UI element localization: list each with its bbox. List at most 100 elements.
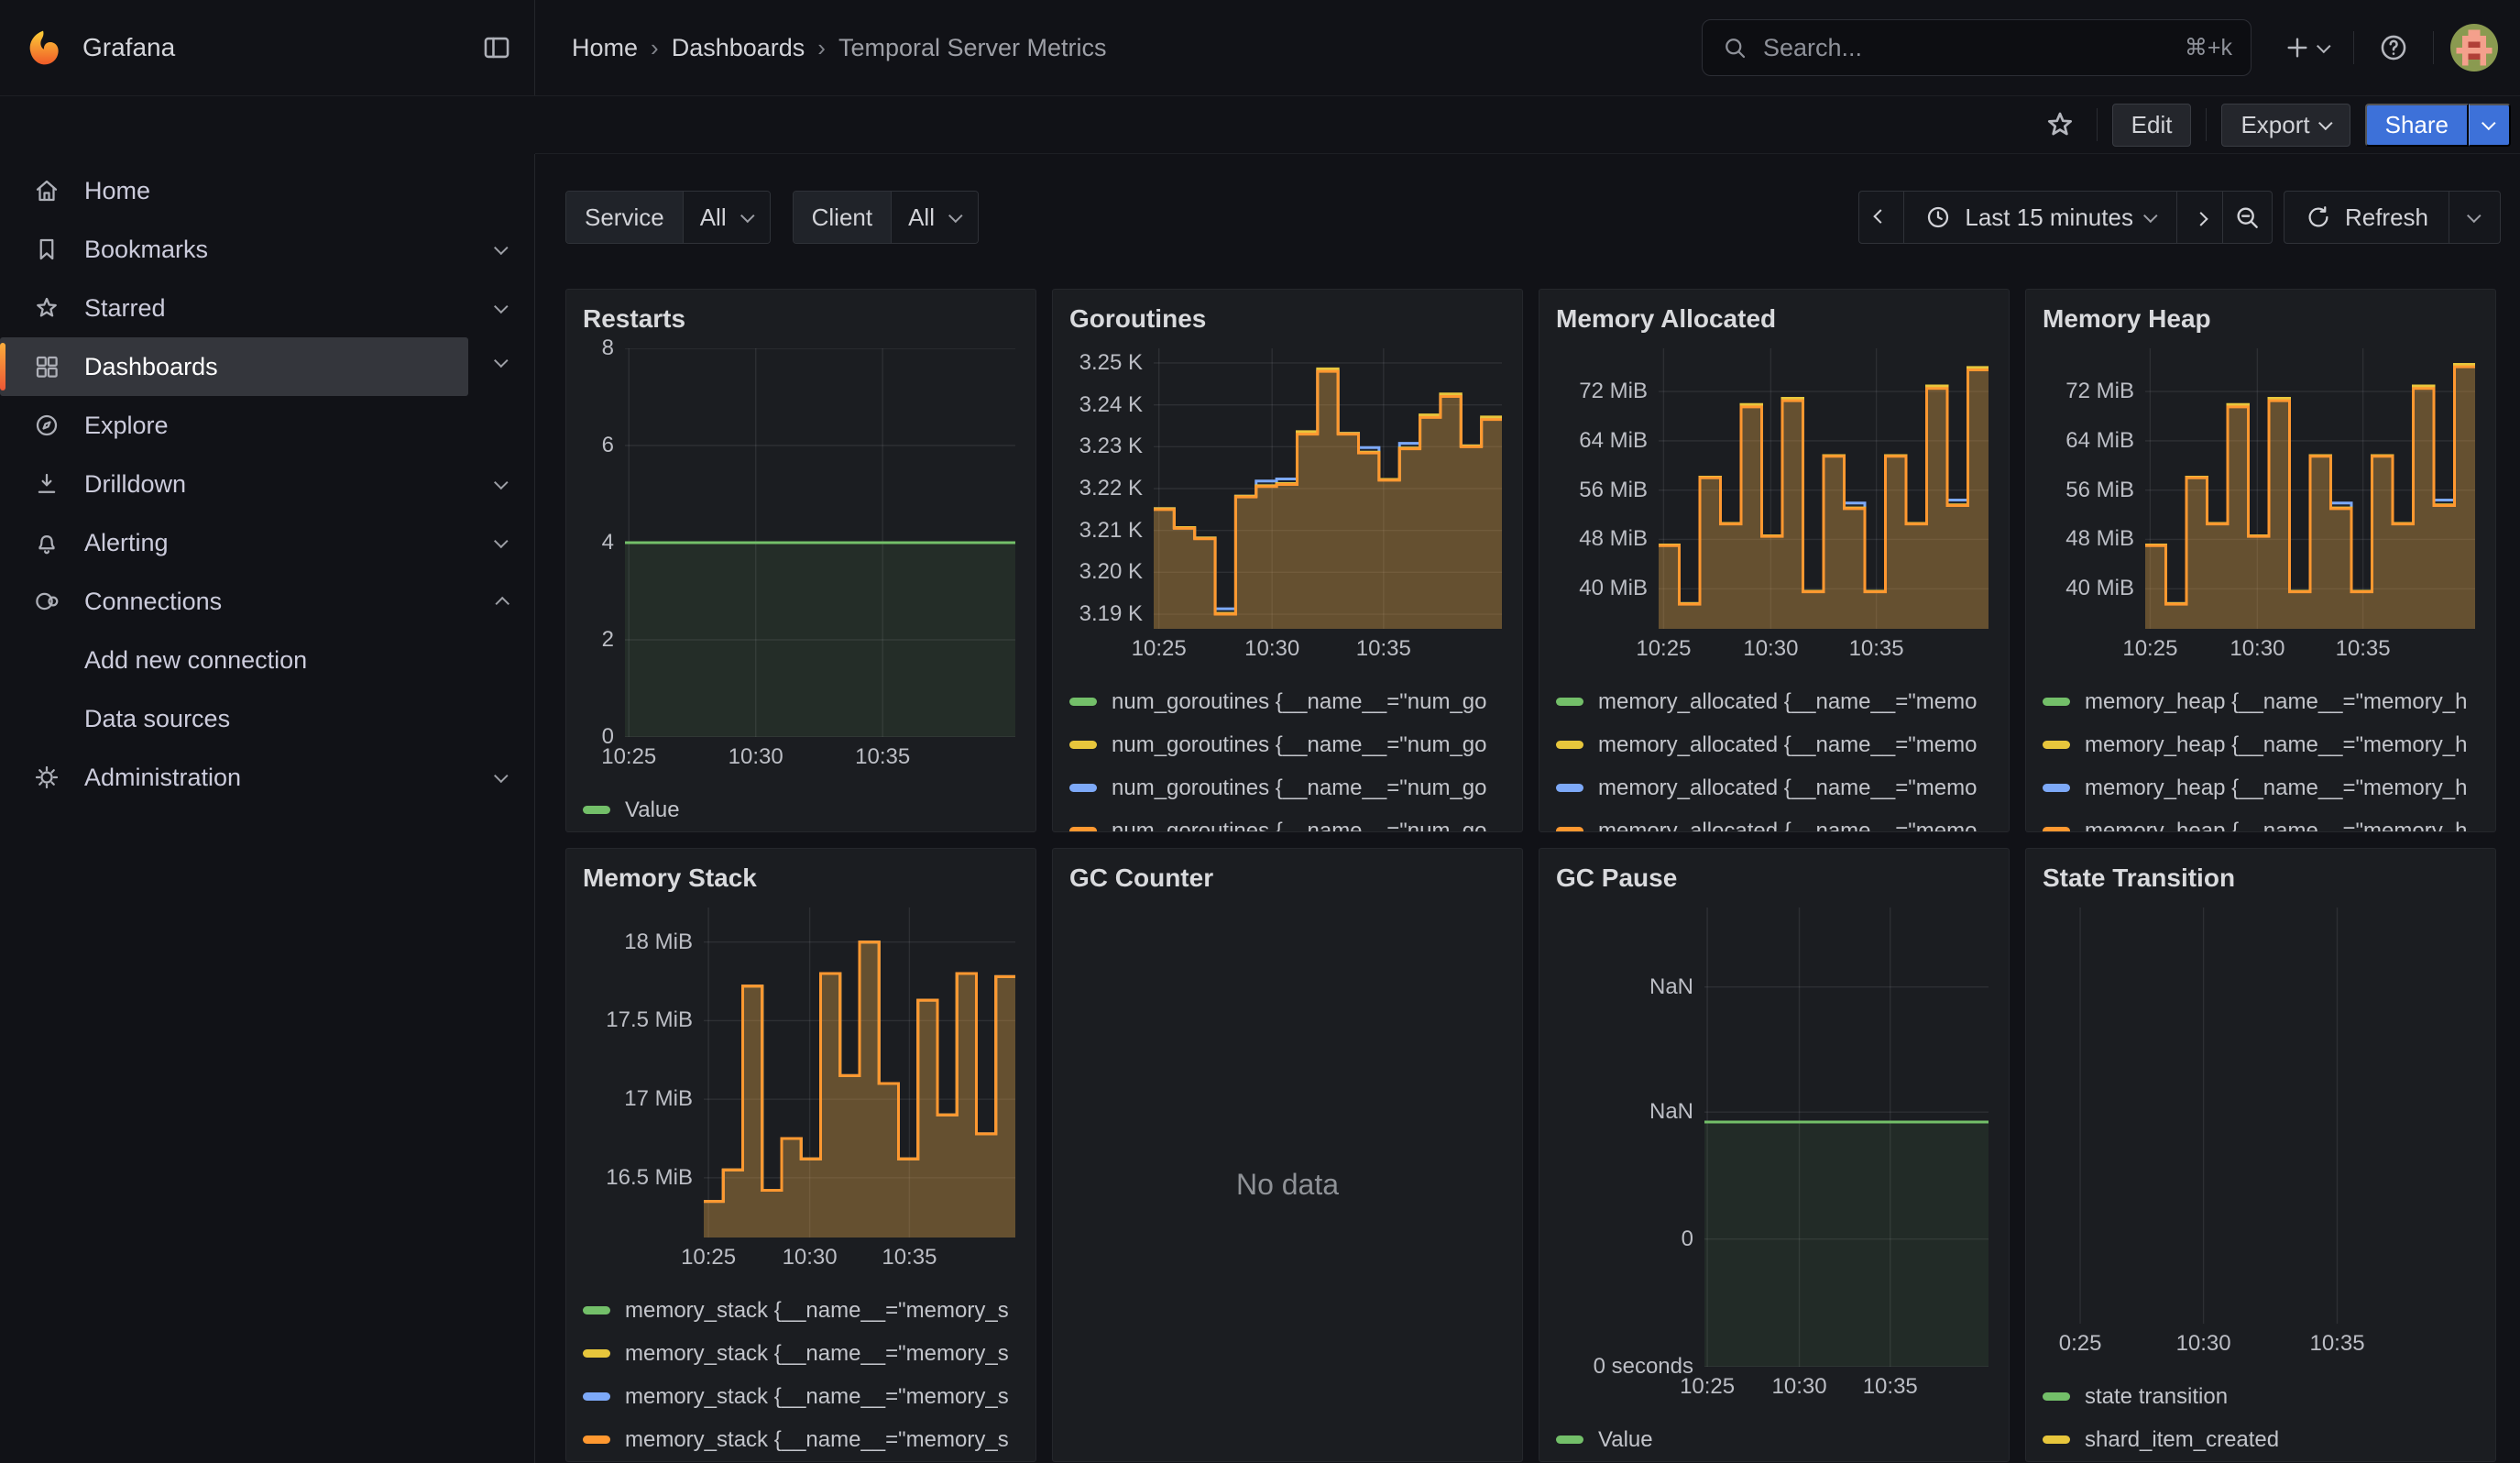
sidebar-item-label: Starred: [84, 294, 497, 323]
legend-item[interactable]: memory_stack {__name__="memory_s: [583, 1375, 1019, 1418]
zoom-out-button[interactable]: [2223, 191, 2273, 244]
state-transition-chart[interactable]: 0:2510:3010:35: [2043, 908, 2479, 1366]
legend-item[interactable]: Value: [583, 788, 1019, 831]
x-axis-label: 10:25: [1680, 1374, 1735, 1400]
legend-item[interactable]: shard_item_created: [2043, 1418, 2479, 1461]
panel-title[interactable]: Memory Stack: [583, 862, 1019, 895]
sidebar-item-add-new-connection[interactable]: Add new connection: [0, 631, 534, 689]
memory-allocated-chart[interactable]: 72 MiB64 MiB56 MiB48 MiB40 MiB10:2510:30…: [1556, 348, 1992, 671]
x-axis-label: 10:30: [783, 1245, 838, 1270]
sidebar-item-explore[interactable]: Explore: [0, 396, 534, 455]
breadcrumb-home[interactable]: Home: [572, 34, 638, 62]
time-controls: Last 15 minutes Refresh: [1858, 191, 2501, 244]
favorite-star-button[interactable]: [2038, 103, 2082, 147]
legend-item[interactable]: memory_heap {__name__="memory_h: [2043, 766, 2479, 809]
sidebar-item-drilldown[interactable]: Drilldown: [0, 455, 534, 513]
add-button[interactable]: [2275, 26, 2337, 70]
sidebar-item-bookmarks[interactable]: Bookmarks: [0, 220, 534, 279]
legend-item[interactable]: state transition: [2043, 1375, 2479, 1418]
legend-item[interactable]: memory_allocated {__name__="memo: [1556, 809, 1992, 832]
help-button[interactable]: [2371, 25, 2416, 71]
client-dropdown[interactable]: All: [891, 192, 978, 243]
gc-pause-chart[interactable]: NaNNaN00 seconds10:2510:3010:35: [1556, 908, 1992, 1409]
y-axis-label: 48 MiB: [1579, 526, 1648, 552]
time-back-button[interactable]: [1858, 191, 1904, 244]
legend-item[interactable]: memory_stack {__name__="memory_s: [583, 1332, 1019, 1375]
legend-label: memory_stack {__name__="memory_s: [625, 1427, 1009, 1453]
panel-title[interactable]: Memory Allocated: [1556, 302, 1992, 336]
state-transition-legend: state transitionshard_item_created: [2043, 1375, 2479, 1461]
time-range-picker[interactable]: Last 15 minutes: [1904, 191, 2177, 244]
panel-title[interactable]: State Transition: [2043, 862, 2479, 895]
panel-title[interactable]: GC Counter: [1069, 862, 1506, 895]
share-menu-button[interactable]: [2469, 104, 2511, 147]
plot-area[interactable]: 3.25 K3.24 K3.23 K3.22 K3.21 K3.20 K3.19…: [1154, 348, 1502, 629]
legend-item[interactable]: memory_stack {__name__="memory_s: [583, 1418, 1019, 1461]
service-dropdown[interactable]: All: [683, 192, 770, 243]
plot-area[interactable]: NaNNaN00 seconds: [1704, 908, 1989, 1367]
edit-button[interactable]: Edit: [2112, 104, 2192, 147]
search-input[interactable]: Search... ⌘+k: [1702, 19, 2252, 76]
legend-label: memory_heap {__name__="memory_h: [2085, 776, 2467, 801]
dashboard-content: Service All Client All Last: [535, 154, 2520, 1463]
legend-item[interactable]: memory_allocated {__name__="memo: [1556, 680, 1992, 723]
plot-area[interactable]: 72 MiB64 MiB56 MiB48 MiB40 MiB: [1659, 348, 1989, 629]
goroutines-chart[interactable]: 3.25 K3.24 K3.23 K3.22 K3.21 K3.20 K3.19…: [1069, 348, 1506, 671]
legend-swatch: [2043, 1436, 2070, 1444]
sidebar-collapse-button[interactable]: [481, 32, 512, 63]
x-axis-label: 10:35: [1356, 636, 1411, 662]
legend-item[interactable]: memory_stack {__name__="memory_s: [583, 1289, 1019, 1332]
nav-sidebar: Home Bookmarks Starred Dashboards Explor…: [0, 154, 535, 1463]
chevron-down-icon: [948, 208, 963, 223]
plot-area[interactable]: 86420: [625, 348, 1015, 737]
legend-item[interactable]: memory_heap {__name__="memory_h: [2043, 723, 2479, 766]
memory-stack-chart[interactable]: 18 MiB17.5 MiB17 MiB16.5 MiB10:2510:3010…: [583, 908, 1019, 1280]
panel-title[interactable]: Memory Heap: [2043, 302, 2479, 336]
panel-title[interactable]: GC Pause: [1556, 862, 1992, 895]
brand-name[interactable]: Grafana: [82, 33, 481, 62]
chevron-down-icon[interactable]: [494, 354, 509, 368]
export-button[interactable]: Export: [2221, 104, 2350, 147]
plot-area[interactable]: 18 MiB17.5 MiB17 MiB16.5 MiB: [704, 908, 1015, 1238]
y-axis-label: NaN: [1649, 1099, 1693, 1125]
x-axis-label: 10:35: [2336, 636, 2391, 662]
legend-item[interactable]: Value: [1556, 1418, 1992, 1461]
sidebar-item-dashboards[interactable]: Dashboards: [0, 337, 468, 396]
plot-area[interactable]: [2057, 908, 2475, 1324]
panel-title[interactable]: Goroutines: [1069, 302, 1506, 336]
sidebar-item-alerting[interactable]: Alerting: [0, 513, 534, 572]
sidebar-item-connections[interactable]: Connections: [0, 572, 534, 631]
refresh-button[interactable]: Refresh: [2284, 191, 2449, 244]
user-avatar[interactable]: [2450, 24, 2498, 72]
time-forward-button[interactable]: [2177, 191, 2223, 244]
x-axis-label: 10:25: [681, 1245, 736, 1270]
refresh-interval-button[interactable]: [2449, 191, 2501, 244]
top-bar-actions: [2275, 24, 2498, 72]
legend-item[interactable]: num_goroutines {__name__="num_go: [1069, 723, 1506, 766]
plot-area[interactable]: 72 MiB64 MiB56 MiB48 MiB40 MiB: [2145, 348, 2475, 629]
legend-label: memory_heap {__name__="memory_h: [2085, 819, 2467, 833]
sidebar-item-starred[interactable]: Starred: [0, 279, 534, 337]
chevron-up-icon[interactable]: [495, 596, 509, 610]
grafana-logo[interactable]: [24, 28, 62, 67]
breadcrumb-dashboards[interactable]: Dashboards: [672, 34, 805, 62]
sidebar-item-administration[interactable]: Administration: [0, 748, 534, 807]
sidebar-item-label: Data sources: [84, 705, 512, 733]
legend-item[interactable]: num_goroutines {__name__="num_go: [1069, 809, 1506, 832]
panel-title[interactable]: Restarts: [583, 302, 1019, 336]
memory-heap-chart[interactable]: 72 MiB64 MiB56 MiB48 MiB40 MiB10:2510:30…: [2043, 348, 2479, 671]
legend-item[interactable]: num_goroutines {__name__="num_go: [1069, 680, 1506, 723]
y-axis-label: 16.5 MiB: [606, 1165, 693, 1191]
legend-item[interactable]: num_goroutines {__name__="num_go: [1069, 766, 1506, 809]
legend-item[interactable]: memory_heap {__name__="memory_h: [2043, 680, 2479, 723]
restarts-chart[interactable]: 8642010:2510:3010:35: [583, 348, 1019, 779]
legend-item[interactable]: memory_heap {__name__="memory_h: [2043, 809, 2479, 832]
legend-label: Value: [625, 798, 680, 823]
sidebar-item-data-sources[interactable]: Data sources: [0, 689, 534, 748]
legend-item[interactable]: memory_allocated {__name__="memo: [1556, 766, 1992, 809]
legend-item[interactable]: memory_allocated {__name__="memo: [1556, 723, 1992, 766]
x-axis-label: 10:25: [601, 744, 656, 770]
sidebar-item-home[interactable]: Home: [0, 161, 534, 220]
x-axis-label: 10:25: [2122, 636, 2177, 662]
share-button[interactable]: Share: [2365, 104, 2469, 147]
